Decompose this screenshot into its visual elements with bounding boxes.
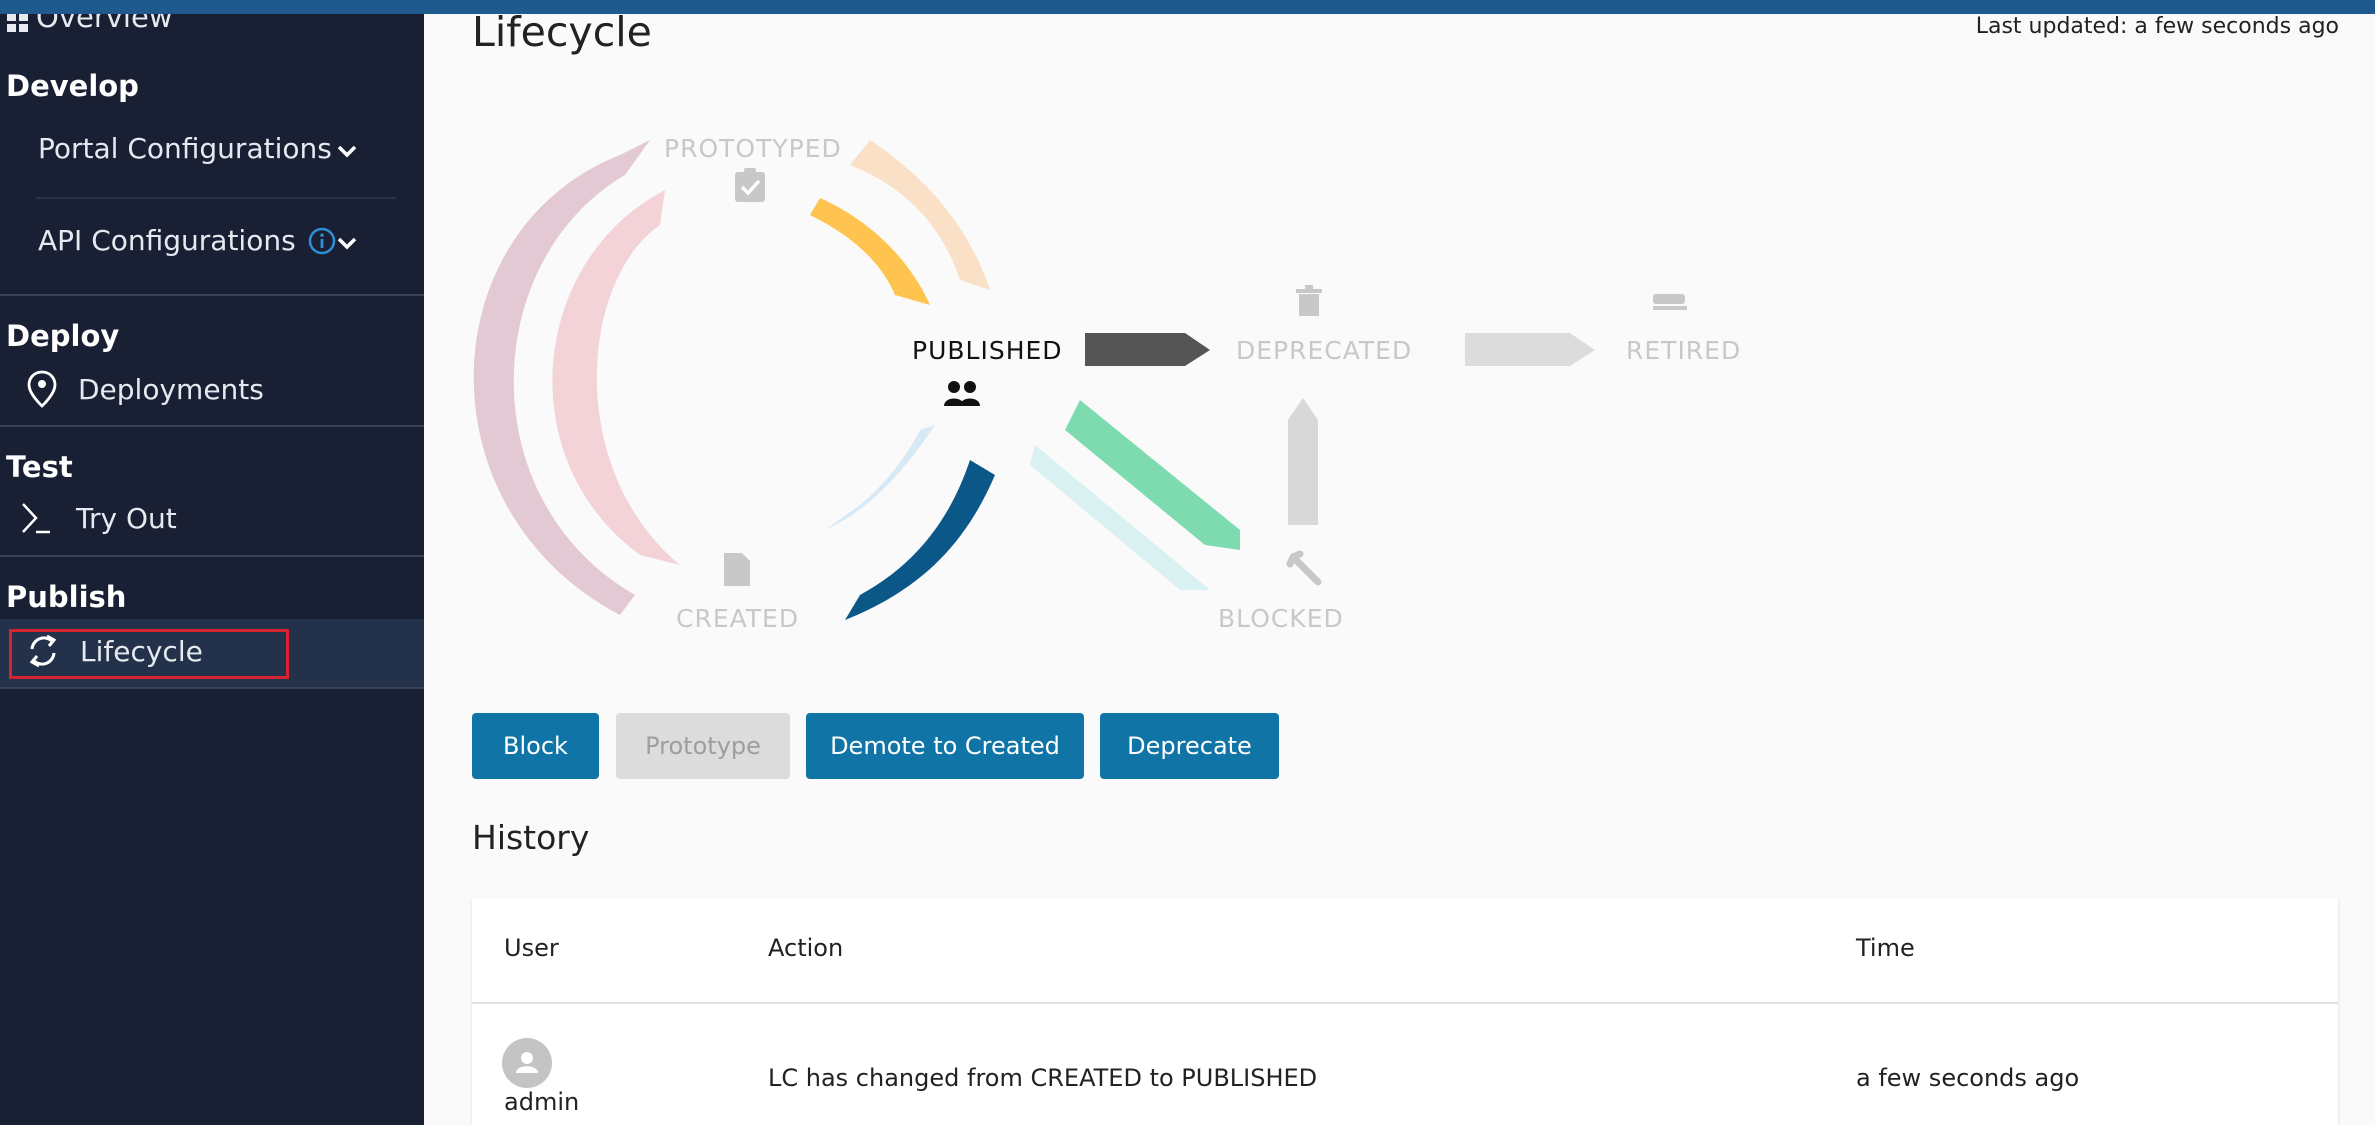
selection-highlight (9, 629, 289, 679)
history-action: LC has changed from CREATED to PUBLISHED (768, 1064, 1318, 1092)
info-icon[interactable] (308, 227, 336, 255)
arrow-published-to-deprecated (1085, 333, 1210, 366)
arrow-published-to-created (825, 425, 935, 530)
sidebar-item-label: Overview (36, 14, 173, 32)
trash-icon (1296, 285, 1322, 316)
arrow-published-to-prototyped (850, 140, 990, 290)
divider (0, 294, 424, 296)
column-header-time: Time (1856, 934, 1915, 962)
chevron-down-icon[interactable] (334, 230, 360, 256)
deprecate-button[interactable]: Deprecate (1100, 713, 1279, 779)
arrow-created-to-published (845, 460, 995, 620)
arrow-deprecated-to-retired (1465, 333, 1595, 366)
block-button[interactable]: Block (472, 713, 599, 779)
sidebar-item-overview[interactable]: Overview (6, 14, 173, 32)
sidebar-item-label: Portal Configurations (38, 132, 332, 165)
sidebar-item-api-configurations[interactable]: API Configurations (38, 224, 336, 257)
history-title: History (472, 818, 590, 857)
clipboard-check-icon (735, 168, 765, 202)
arrow-prototyped-to-published (810, 198, 930, 305)
avatar (502, 1038, 552, 1088)
demote-to-created-button[interactable]: Demote to Created (806, 713, 1084, 779)
history-time: a few seconds ago (1856, 1064, 2080, 1092)
section-develop: Develop (6, 69, 139, 103)
sidebar-item-label: API Configurations (38, 224, 296, 257)
state-published: PUBLISHED (912, 336, 1063, 365)
wrench-icon (1286, 550, 1322, 586)
column-header-user: User (504, 934, 559, 962)
state-deprecated: DEPRECATED (1236, 336, 1413, 365)
sidebar-item-deployments[interactable]: Deployments (26, 370, 264, 408)
user-icon (516, 1052, 538, 1073)
sidebar-item-label: Deployments (78, 372, 264, 406)
sidebar-item-label: Try Out (76, 501, 177, 535)
chevron-down-icon[interactable] (334, 138, 360, 164)
document-icon (724, 553, 750, 586)
divider (472, 1002, 2338, 1004)
sidebar: Overview Develop Portal Configurations A… (0, 14, 424, 1125)
arrow-blocked-to-deprecated (1288, 398, 1318, 525)
arrow-prototyped-to-created (552, 190, 680, 565)
divider (0, 687, 424, 689)
prototype-button[interactable]: Prototype (616, 713, 790, 779)
divider (0, 555, 424, 557)
state-blocked: BLOCKED (1218, 604, 1344, 633)
retired-bed-icon (1653, 294, 1687, 310)
history-table: User Action Time admin LC has changed fr… (472, 898, 2338, 1125)
top-bar (0, 0, 2375, 14)
column-header-action: Action (768, 934, 844, 962)
divider (36, 197, 396, 199)
history-user: admin (504, 1088, 580, 1116)
arrow-published-to-blocked (1065, 400, 1240, 550)
users-icon (944, 381, 980, 406)
divider (0, 425, 424, 427)
page-title: Lifecycle (472, 8, 652, 56)
state-prototyped: PROTOTYPED (664, 134, 842, 163)
section-test: Test (6, 450, 73, 484)
sidebar-item-portal-configurations[interactable]: Portal Configurations (38, 132, 332, 165)
state-retired: RETIRED (1626, 336, 1742, 365)
state-created: CREATED (676, 604, 800, 633)
section-deploy: Deploy (6, 319, 120, 353)
terminal-icon (22, 503, 50, 534)
location-pin-icon (27, 370, 57, 408)
last-updated-text: Last updated: a few seconds ago (1975, 14, 2339, 39)
sidebar-item-try-out[interactable]: Try Out (20, 501, 177, 535)
section-publish: Publish (6, 580, 127, 614)
overview-icon (7, 14, 28, 32)
lifecycle-diagram (473, 140, 1687, 620)
